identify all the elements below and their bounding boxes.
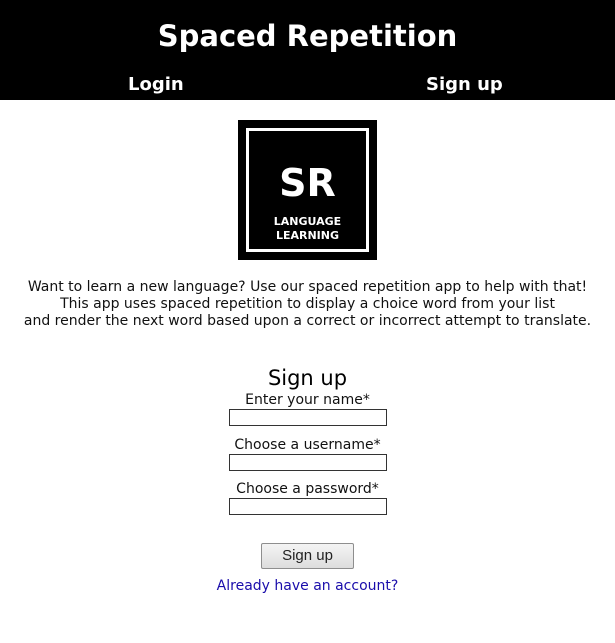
name-field[interactable] (229, 409, 387, 426)
signup-submit-button[interactable]: Sign up (261, 543, 354, 569)
name-label: Enter your name* (245, 392, 370, 408)
logo-subtitle: LANGUAGE LEARNING (249, 215, 366, 243)
site-header: Spaced Repetition Login Sign up (0, 0, 615, 100)
username-field[interactable] (229, 454, 387, 471)
intro-line-1: Want to learn a new language? Use our sp… (27, 279, 588, 295)
already-have-account-link[interactable]: Already have an account? (0, 576, 615, 596)
intro-text: Want to learn a new language? Use our sp… (0, 279, 615, 330)
app-title: Spaced Repetition (157, 19, 458, 53)
password-label: Choose a password* (236, 481, 379, 497)
username-label: Choose a username* (234, 437, 381, 453)
spaced-repetition-app: Spaced Repetition Login Sign up SR LANGU… (0, 0, 615, 643)
logo-line-2: LEARNING (275, 229, 340, 242)
logo-frame: SR LANGUAGE LEARNING (246, 128, 369, 252)
logo-mark: SR (279, 161, 336, 205)
signup-heading: Sign up (267, 366, 348, 391)
password-field[interactable] (229, 498, 387, 515)
intro-line-3: and render the next word based upon a co… (23, 313, 592, 329)
logo-line-1: LANGUAGE (273, 215, 342, 228)
intro-line-2: This app uses spaced repetition to displ… (60, 296, 555, 312)
signup-link[interactable]: Sign up (426, 73, 503, 97)
language-learning-logo: SR LANGUAGE LEARNING (238, 120, 377, 260)
login-link[interactable]: Login (128, 73, 184, 97)
